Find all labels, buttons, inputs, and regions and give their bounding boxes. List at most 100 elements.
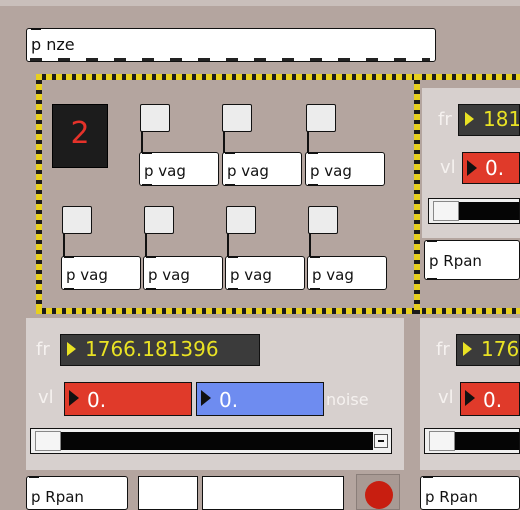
p-vag-label: p vag xyxy=(312,266,354,284)
patch-cord xyxy=(309,233,311,257)
noise-number-box[interactable]: 0. xyxy=(196,382,324,416)
noise-label: noise xyxy=(326,390,369,409)
p-rpan-object[interactable]: p Rpan xyxy=(420,476,520,510)
patch-cord xyxy=(145,233,147,257)
p-vag-label: p vag xyxy=(66,266,108,284)
inlet-triangle-icon xyxy=(465,390,475,406)
slider-end-cap xyxy=(374,434,388,448)
display-box-right[interactable] xyxy=(202,476,344,510)
outlet xyxy=(142,184,152,185)
toggle-6[interactable] xyxy=(226,206,256,234)
inlet xyxy=(31,29,41,30)
volume-value: 0. xyxy=(87,388,107,412)
vl-label: vl xyxy=(38,387,54,408)
p-nze-dashes xyxy=(30,58,430,61)
inlet-triangle-icon xyxy=(201,390,211,406)
counter-display[interactable]: 2 xyxy=(52,104,108,168)
inlet xyxy=(310,257,320,258)
p-rpan-label: p Rpan xyxy=(429,252,482,270)
pan-slider[interactable] xyxy=(30,428,392,454)
toggle-4[interactable] xyxy=(62,206,92,234)
selection-border-right xyxy=(414,74,420,314)
inlet-triangle-icon xyxy=(463,342,472,356)
display-box-left[interactable] xyxy=(138,476,198,510)
toggle-1[interactable] xyxy=(140,104,170,132)
inlet xyxy=(29,477,39,478)
record-button[interactable] xyxy=(356,474,400,510)
inlet-triangle-icon xyxy=(465,112,474,126)
outlet xyxy=(146,288,156,289)
p-vag-label: p vag xyxy=(144,162,186,180)
vl-label: vl xyxy=(440,157,456,178)
vl-label: vl xyxy=(438,387,454,408)
inlet xyxy=(225,153,235,154)
inlet-triangle-icon xyxy=(67,342,76,356)
inlet-triangle-icon xyxy=(69,390,79,406)
p-rpan-object[interactable]: p Rpan xyxy=(424,240,520,280)
frequency-number-box[interactable]: 1766.181396 xyxy=(60,334,260,366)
fr-label: fr xyxy=(438,109,452,130)
record-icon xyxy=(365,481,393,509)
patch-cord xyxy=(63,233,65,257)
slider-track xyxy=(61,432,373,450)
p-vag-object[interactable]: p vag xyxy=(225,256,305,290)
inlet xyxy=(146,257,156,258)
p-vag-label: p vag xyxy=(148,266,190,284)
inlet-triangle-icon xyxy=(467,160,477,176)
p-vag-object[interactable]: p vag xyxy=(305,152,385,186)
p-rpan-object[interactable]: p Rpan xyxy=(26,476,128,510)
pan-slider-right-top[interactable] xyxy=(428,198,520,224)
patch-cord xyxy=(141,131,143,153)
volume-value: 0. xyxy=(483,388,503,412)
outlet xyxy=(310,288,320,289)
p-nze-label: p nze xyxy=(31,35,75,54)
patch-cord xyxy=(227,233,229,257)
window-top-edge xyxy=(0,0,520,6)
inlet xyxy=(228,257,238,258)
toggle-2[interactable] xyxy=(222,104,252,132)
toggle-7[interactable] xyxy=(308,206,338,234)
inlet xyxy=(308,153,318,154)
p-nze-object[interactable]: p nze xyxy=(26,28,436,62)
noise-value: 0. xyxy=(219,388,239,412)
p-vag-object[interactable]: p vag xyxy=(222,152,302,186)
selection-border-bottom xyxy=(36,308,520,314)
p-vag-object[interactable]: p vag xyxy=(143,256,223,290)
slider-track xyxy=(455,432,519,450)
frequency-number-box-right-bottom[interactable]: 176 xyxy=(456,334,520,366)
slider-thumb[interactable] xyxy=(35,431,61,451)
outlet xyxy=(427,278,437,279)
p-rpan-label: p Rpan xyxy=(31,488,84,506)
fr-label: fr xyxy=(36,339,50,360)
p-vag-label: p vag xyxy=(227,162,269,180)
p-vag-label: p vag xyxy=(310,162,352,180)
p-vag-object[interactable]: p vag xyxy=(61,256,141,290)
inlet xyxy=(427,241,437,242)
p-vag-object[interactable]: p vag xyxy=(307,256,387,290)
volume-value: 0. xyxy=(485,156,505,180)
fr-label: fr xyxy=(436,339,450,360)
volume-number-box[interactable]: 0. xyxy=(64,382,192,416)
selection-border-left xyxy=(36,74,42,314)
patch-cord xyxy=(223,131,225,153)
toggle-3[interactable] xyxy=(306,104,336,132)
frequency-number-box-right-top[interactable]: 181 xyxy=(458,104,520,136)
outlet xyxy=(225,184,235,185)
outlet xyxy=(308,184,318,185)
inlet xyxy=(64,257,74,258)
frequency-value: 1766.181396 xyxy=(85,337,219,361)
p-vag-object[interactable]: p vag xyxy=(139,152,219,186)
volume-number-box-right-top[interactable]: 0. xyxy=(462,152,520,184)
slider-thumb[interactable] xyxy=(433,201,459,221)
p-vag-label: p vag xyxy=(230,266,272,284)
toggle-5[interactable] xyxy=(144,206,174,234)
pan-slider-right-bottom[interactable] xyxy=(424,428,520,454)
frequency-value: 181 xyxy=(483,107,520,131)
selection-border-top xyxy=(36,74,520,80)
outlet xyxy=(64,288,74,289)
inlet xyxy=(142,153,152,154)
volume-number-box-right-bottom[interactable]: 0. xyxy=(460,382,520,416)
slider-thumb[interactable] xyxy=(429,431,455,451)
outlet xyxy=(228,288,238,289)
inlet xyxy=(423,477,433,478)
